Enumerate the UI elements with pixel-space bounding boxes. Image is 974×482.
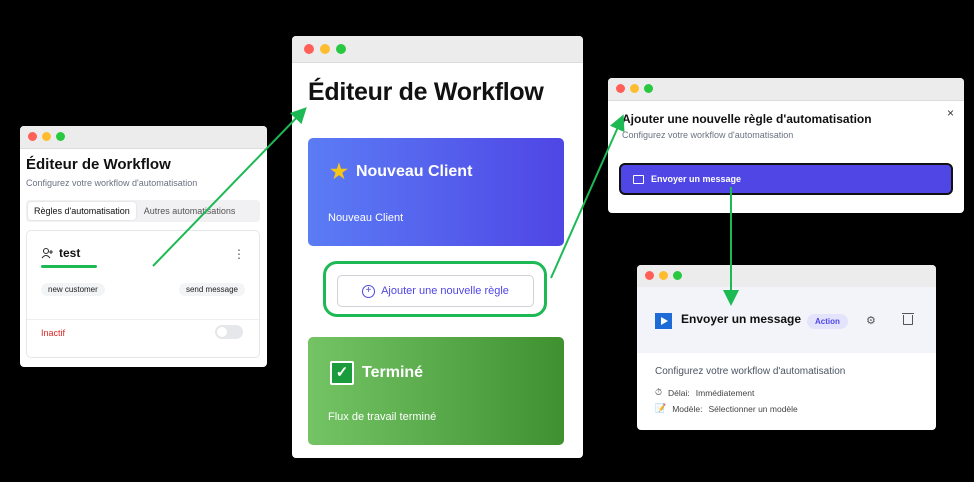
connector-arrows xyxy=(152,107,739,306)
arrow-list-to-editor xyxy=(152,107,307,267)
arrow-editor-to-dialog xyxy=(550,114,625,279)
